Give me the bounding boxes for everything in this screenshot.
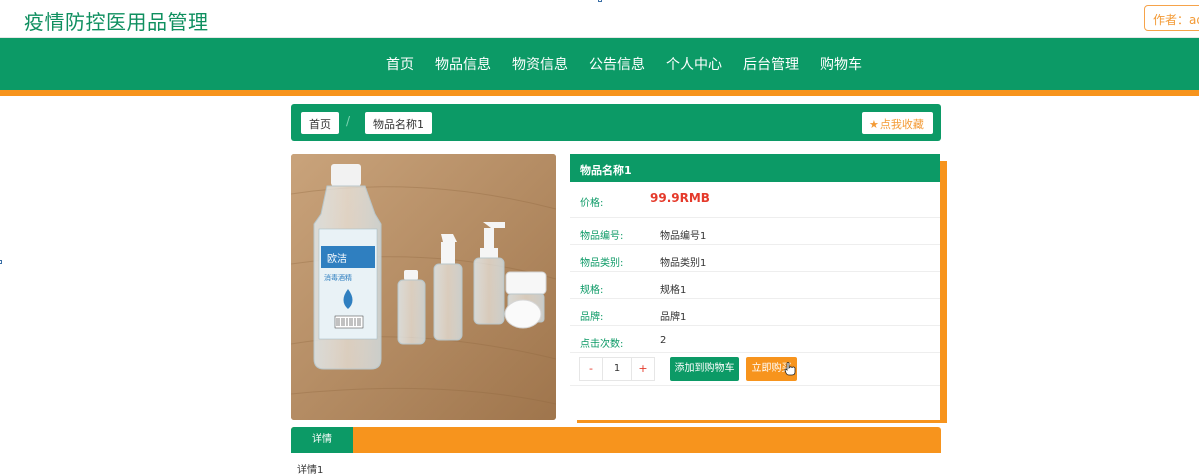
field-row-brand: 品牌: 品牌1	[570, 299, 940, 326]
main-nav: 首页 物品信息 物资信息 公告信息 个人中心 后台管理 购物车	[0, 38, 1199, 90]
field-value: 2	[660, 335, 667, 346]
hand-cursor-icon	[784, 362, 796, 376]
product-photo-illustration: 欧洁 消毒酒精	[291, 154, 556, 420]
field-label: 物品类别:	[580, 258, 624, 269]
site-title: 疫情防控医用品管理	[24, 10, 209, 34]
quantity-stepper: - 1 +	[579, 357, 655, 381]
favorite-button[interactable]: ★点我收藏	[862, 112, 933, 134]
product-image: 欧洁 消毒酒精	[291, 154, 556, 420]
price-value: 99.9RMB	[650, 191, 710, 205]
quantity-increase-button[interactable]: +	[632, 358, 654, 380]
nav-item-admin[interactable]: 后台管理	[743, 54, 799, 74]
favorite-label: 点我收藏	[879, 118, 924, 131]
quantity-decrease-button[interactable]: -	[580, 358, 602, 380]
nav-item-cart[interactable]: 购物车	[820, 54, 862, 74]
field-row-clicks: 点击次数: 2	[570, 326, 940, 353]
nav-item-goods-info[interactable]: 物品信息	[435, 54, 491, 74]
author-badge[interactable]: 作者：admin	[1144, 5, 1199, 31]
field-row-category: 物品类别: 物品类别1	[570, 245, 940, 272]
field-value: 物品类别1	[660, 258, 707, 269]
selection-handle-left	[0, 260, 2, 264]
breadcrumb-separator: /	[346, 114, 351, 128]
breadcrumb-current[interactable]: 物品名称1	[365, 112, 432, 134]
nav-item-personal-center[interactable]: 个人中心	[666, 54, 722, 74]
field-row-spec: 规格: 规格1	[570, 272, 940, 299]
field-value: 物品编号1	[660, 231, 707, 242]
product-info-panel: 物品名称1 价格: 99.9RMB 物品编号: 物品编号1 物品类别: 物品类别…	[570, 154, 940, 420]
bottle-brand-text: 欧洁	[327, 252, 347, 265]
tab-detail[interactable]: 详情	[291, 427, 353, 453]
field-label: 品牌:	[580, 312, 604, 323]
nav-accent-stripe	[0, 90, 1199, 96]
nav-items: 首页 物品信息 物资信息 公告信息 个人中心 后台管理 购物车	[386, 38, 883, 90]
field-value: 品牌1	[660, 312, 687, 323]
field-label: 规格:	[580, 285, 604, 296]
breadcrumb: 首页 / 物品名称1 ★点我收藏	[291, 104, 941, 141]
bottle-type-text: 消毒酒精	[324, 273, 352, 282]
field-label: 物品编号:	[580, 231, 624, 242]
nav-item-home[interactable]: 首页	[386, 54, 414, 74]
purchase-actions: - 1 + 添加到购物车 立即购买	[570, 353, 940, 386]
product-name-heading: 物品名称1	[570, 154, 940, 182]
star-icon: ★	[869, 118, 879, 131]
field-label: 点击次数:	[580, 339, 624, 350]
selection-handle-top	[598, 0, 602, 2]
add-to-cart-button[interactable]: 添加到购物车	[670, 357, 739, 381]
field-row-item-code: 物品编号: 物品编号1	[570, 218, 940, 245]
breadcrumb-home[interactable]: 首页	[301, 112, 339, 134]
detail-tab-bar	[291, 427, 941, 453]
price-row: 价格: 99.9RMB	[570, 182, 940, 218]
nav-item-announcements[interactable]: 公告信息	[589, 54, 645, 74]
field-value: 规格1	[660, 285, 687, 296]
price-label: 价格:	[580, 198, 604, 209]
quantity-input[interactable]: 1	[602, 358, 632, 380]
top-header: 疫情防控医用品管理 作者：admin	[0, 0, 1199, 38]
detail-content: 详情1	[297, 465, 324, 476]
nav-item-supplies-info[interactable]: 物资信息	[512, 54, 568, 74]
